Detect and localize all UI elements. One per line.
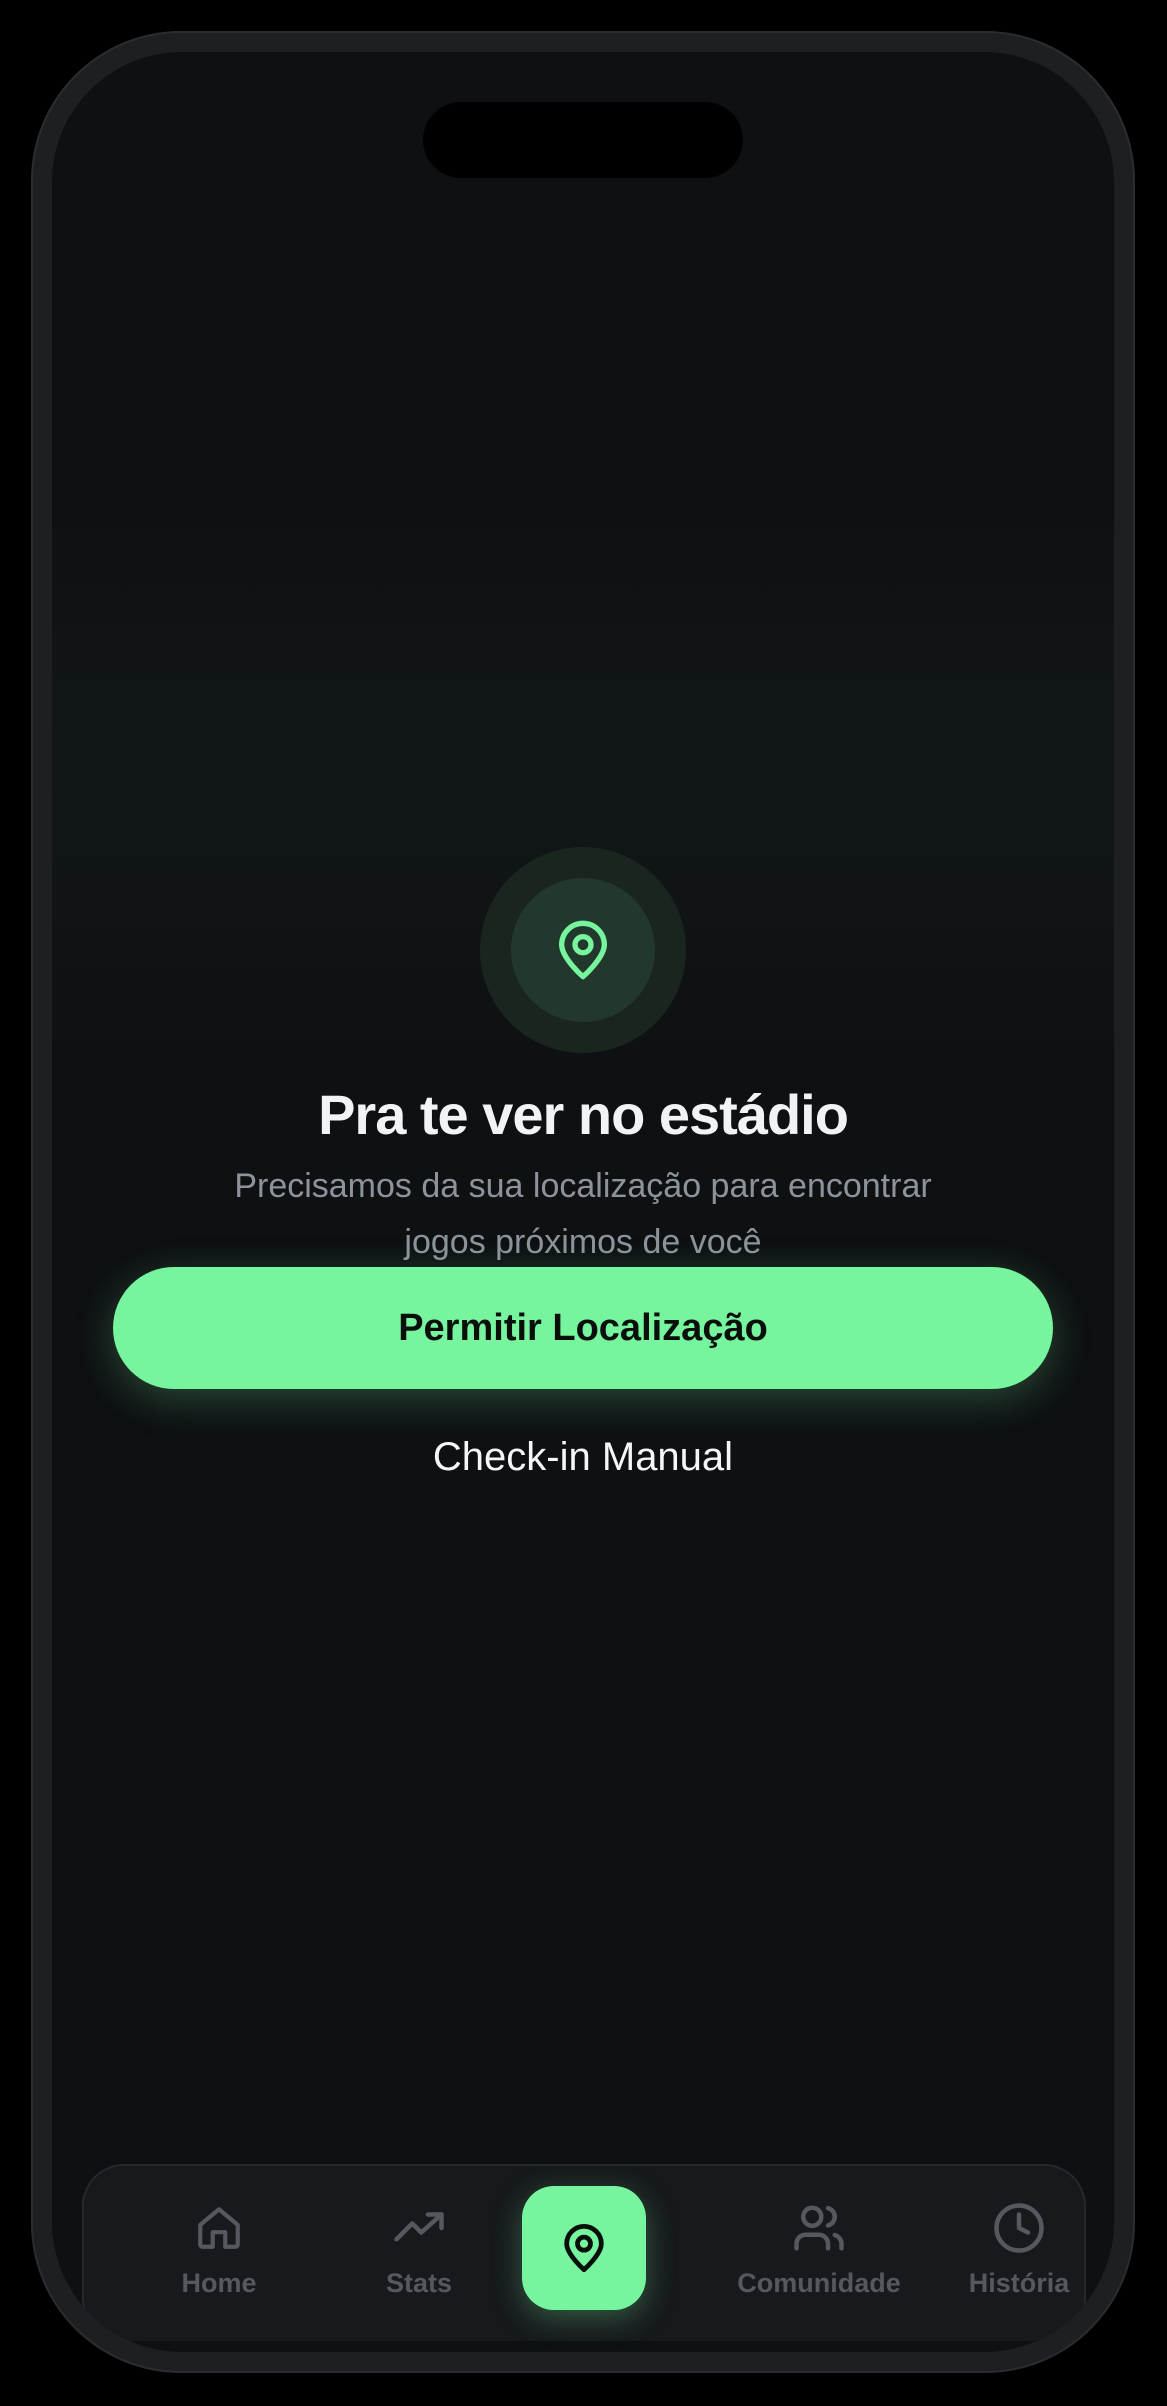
tab-historia[interactable]: História [924, 2200, 1114, 2310]
tab-comunidade[interactable]: Comunidade [724, 2200, 914, 2310]
tab-comunidade-label: Comunidade [737, 2268, 901, 2298]
manual-checkin-button[interactable]: Check-in Manual [383, 1422, 783, 1492]
map-pin-icon [564, 2223, 604, 2273]
tab-historia-label: História [968, 2268, 1070, 2298]
app-screen: Pra te ver no estádio Precisamos da sua … [52, 52, 1114, 2352]
bottom-tab-bar: Home Stats Comunidade História [82, 2164, 1086, 2341]
phone-frame: Pra te ver no estádio Precisamos da sua … [31, 31, 1135, 2373]
tab-checkin[interactable] [522, 2186, 646, 2310]
map-pin-icon [559, 920, 607, 980]
users-icon [791, 2200, 847, 2256]
tab-home[interactable]: Home [124, 2200, 314, 2310]
tab-home-label: Home [181, 2268, 257, 2298]
dynamic-island [423, 102, 743, 178]
page-subtitle: Precisamos da sua localização para encon… [234, 1167, 932, 1261]
home-icon [191, 2200, 247, 2256]
trending-up-icon [391, 2200, 447, 2256]
tab-stats-label: Stats [385, 2268, 453, 2298]
page-title: Pra te ver no estádio [318, 1083, 849, 1146]
location-hero-inner [511, 878, 655, 1022]
tab-stats[interactable]: Stats [324, 2200, 514, 2310]
allow-location-button[interactable]: Permitir Localização [113, 1267, 1053, 1389]
clock-icon [991, 2200, 1047, 2256]
location-hero [480, 847, 686, 1053]
